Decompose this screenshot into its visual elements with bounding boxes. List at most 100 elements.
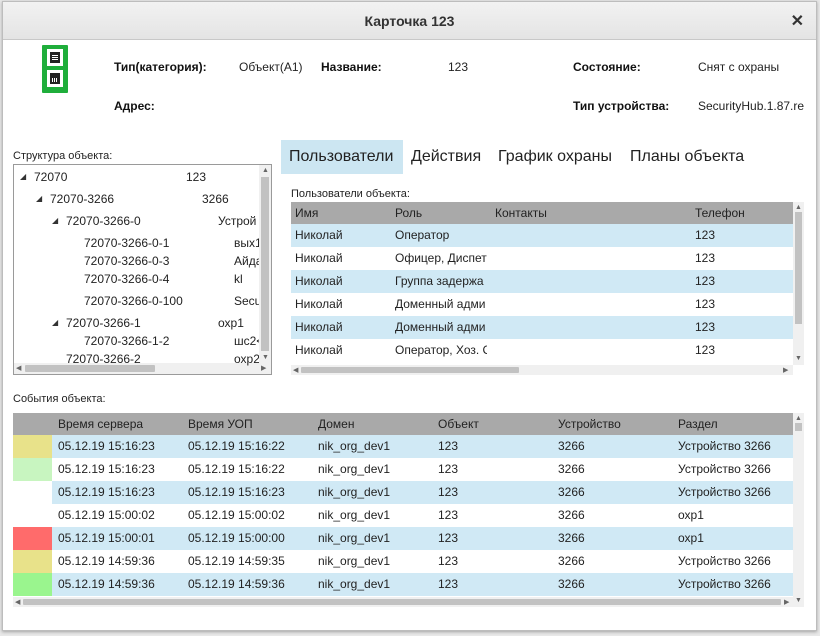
type-label: Тип(категория): (114, 60, 207, 74)
table-cell: Николай (295, 274, 343, 288)
table-row[interactable]: Николай Оператор, Хоз. С 123 (291, 339, 793, 362)
table-cell: 123 (438, 531, 459, 545)
tree-expand-icon[interactable]: ◢ (52, 315, 58, 331)
column-header[interactable]: Домен (318, 413, 355, 435)
table-row[interactable]: 05.12.19 15:16:23 05.12.19 15:16:23 nik_or… (13, 481, 793, 504)
tree-node[interactable]: 72070-3266-0 (66, 213, 141, 229)
scroll-right-icon[interactable]: ▶ (783, 367, 788, 374)
tree-expand-icon[interactable]: ◢ (36, 191, 42, 207)
table-cell: 123 (695, 297, 716, 311)
column-header[interactable]: Телефон (695, 202, 745, 224)
table-cell: 05.12.19 15:00:02 (188, 508, 285, 522)
table-row[interactable]: Николай Доменный адми 123 (291, 316, 793, 339)
tree-node[interactable]: 72070-3266-0-4 (84, 271, 169, 287)
address-label: Адрес: (114, 99, 155, 113)
scroll-down-icon[interactable]: ▼ (262, 354, 269, 361)
table-cell (495, 224, 691, 247)
scroll-left-icon[interactable]: ◀ (15, 599, 20, 606)
tab-object-plans[interactable]: Планы объекта (630, 140, 744, 174)
tree-expand-icon[interactable]: ◢ (52, 213, 58, 229)
table-row[interactable]: Николай Доменный адми 123 (291, 293, 793, 316)
tab-guard-schedule[interactable]: График охраны (498, 140, 612, 174)
tree-node[interactable]: 72070-3266-0-100 (84, 293, 183, 309)
events-hscroll-thumb[interactable] (23, 599, 781, 605)
structure-label: Структура объекта: (13, 150, 113, 162)
table-row[interactable]: 05.12.19 15:16:23 05.12.19 15:16:22 nik_or… (13, 435, 793, 458)
users-hscroll-thumb[interactable] (301, 367, 519, 373)
tree-horizontal-scrollbar[interactable]: ◀ ▶ (14, 363, 271, 374)
table-row[interactable]: 05.12.19 14:59:36 05.12.19 14:59:36 nik_or… (13, 573, 793, 596)
tab-users[interactable]: Пользователи (281, 140, 403, 174)
column-header[interactable]: Объект (438, 413, 479, 435)
event-status-color (13, 481, 52, 504)
column-header[interactable]: Устройство (558, 413, 621, 435)
table-cell: 05.12.19 15:16:23 (188, 485, 285, 499)
tree-vertical-scrollbar[interactable]: ▲ ▼ (259, 165, 271, 363)
tab-actions[interactable]: Действия (411, 140, 481, 174)
events-table-header: Время сервера Время УОП Домен Объект Уст… (13, 413, 793, 435)
table-cell: 3266 (558, 577, 585, 591)
event-status-color (13, 458, 52, 481)
tree-node[interactable]: 72070-3266-0-1 (84, 235, 169, 251)
tree-node[interactable]: 72070-3266-1-2 (84, 333, 169, 349)
scroll-down-icon[interactable]: ▼ (795, 597, 802, 604)
events-label: События объекта: (13, 393, 106, 405)
device-type-label: Тип устройства: (573, 99, 670, 113)
table-cell: 05.12.19 15:16:23 (58, 439, 155, 453)
tree-node[interactable]: 72070-3266 (50, 191, 114, 207)
events-horizontal-scrollbar[interactable]: ◀ ▶ (13, 597, 793, 607)
table-row[interactable]: 05.12.19 15:16:23 05.12.19 15:16:22 nik_or… (13, 458, 793, 481)
ethernet-port-icon (47, 70, 63, 87)
table-cell: 05.12.19 15:00:02 (58, 508, 155, 522)
event-status-color (13, 504, 52, 527)
users-vertical-scrollbar[interactable]: ▲ ▼ (793, 202, 804, 365)
scroll-up-icon[interactable]: ▲ (262, 167, 269, 174)
users-scroll-thumb[interactable] (795, 212, 802, 324)
column-header[interactable]: Имя (295, 202, 318, 224)
scroll-up-icon[interactable]: ▲ (795, 204, 802, 211)
scroll-left-icon[interactable]: ◀ (16, 365, 21, 372)
events-scroll-thumb[interactable] (795, 423, 802, 431)
table-cell: 05.12.19 15:16:22 (188, 462, 285, 476)
scroll-down-icon[interactable]: ▼ (795, 355, 802, 362)
table-row[interactable]: 05.12.19 15:00:02 05.12.19 15:00:02 nik_or… (13, 504, 793, 527)
scroll-left-icon[interactable]: ◀ (293, 367, 298, 374)
users-horizontal-scrollbar[interactable]: ◀ ▶ (291, 365, 793, 375)
column-header[interactable]: Раздел (678, 413, 718, 435)
tree-node[interactable]: 72070-3266-0-3 (84, 253, 169, 269)
tree-node-name: kl (234, 272, 243, 286)
table-cell: Доменный адми (395, 297, 486, 311)
table-cell: Николай (295, 251, 343, 265)
table-row[interactable]: Николай Группа задержа 123 (291, 270, 793, 293)
table-cell: nik_org_dev1 (318, 485, 391, 499)
table-cell: Группа задержа (395, 274, 484, 288)
table-cell: Офицер, Диспет (395, 251, 487, 265)
tree-node[interactable]: 72070 (34, 169, 67, 185)
tree-node[interactable]: 72070-3266-2 (66, 351, 141, 367)
table-row[interactable]: 05.12.19 14:59:36 05.12.19 14:59:35 nik_or… (13, 550, 793, 573)
column-header[interactable]: Время УОП (188, 413, 253, 435)
name-label: Название: (321, 60, 382, 74)
table-cell: 05.12.19 15:16:22 (188, 439, 285, 453)
table-row[interactable]: 05.12.19 15:00:01 05.12.19 15:00:00 nik_or… (13, 527, 793, 550)
tree-node-name: 123 (186, 170, 207, 184)
column-header[interactable]: Время сервера (58, 413, 143, 435)
tree-expand-icon[interactable]: ◢ (20, 169, 26, 185)
close-icon[interactable]: ✕ (791, 11, 804, 31)
scroll-right-icon[interactable]: ▶ (784, 599, 789, 606)
scroll-up-icon[interactable]: ▲ (795, 415, 802, 422)
tree-node[interactable]: 72070-3266-1 (66, 315, 141, 331)
table-cell: Оператор, Хоз. С (395, 343, 487, 357)
object-structure-tree[interactable]: ▲ ▼ ◀ ▶ ◢ 72070 123 ◢ 72070-3266 3266 ◢ 72070-3… (13, 164, 272, 375)
state-label: Состояние: (573, 60, 641, 74)
table-cell: 123 (438, 508, 459, 522)
title-bar[interactable]: Карточка 123 ✕ (3, 2, 816, 40)
scroll-right-icon[interactable]: ▶ (261, 365, 266, 372)
security-hub-icon (42, 45, 68, 93)
table-row[interactable]: Николай Офицер, Диспет 123 (291, 247, 793, 270)
column-header[interactable]: Роль (395, 202, 422, 224)
tree-scroll-thumb[interactable] (261, 177, 269, 351)
table-row[interactable]: Николай Оператор 123 (291, 224, 793, 247)
column-header[interactable]: Контакты (495, 202, 547, 224)
table-cell: 05.12.19 14:59:36 (188, 577, 285, 591)
